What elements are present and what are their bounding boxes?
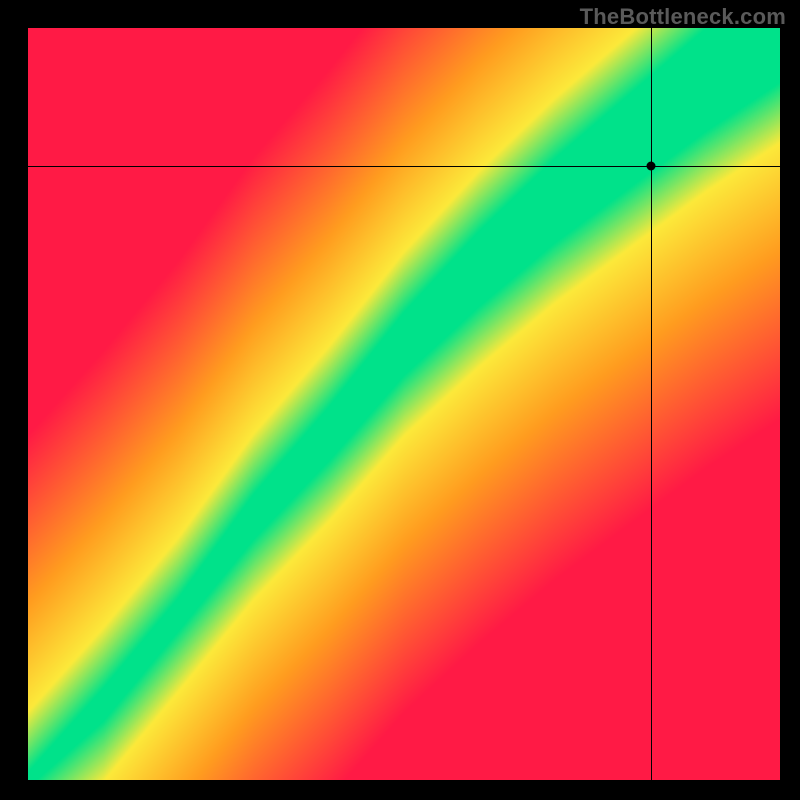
crosshair-vertical [651,28,652,780]
watermark-text: TheBottleneck.com [580,4,786,30]
heatmap-canvas [28,28,780,780]
chart-container: TheBottleneck.com [0,0,800,800]
heatmap-plot [28,28,780,780]
selected-point-marker [646,161,655,170]
crosshair-horizontal [28,166,780,167]
